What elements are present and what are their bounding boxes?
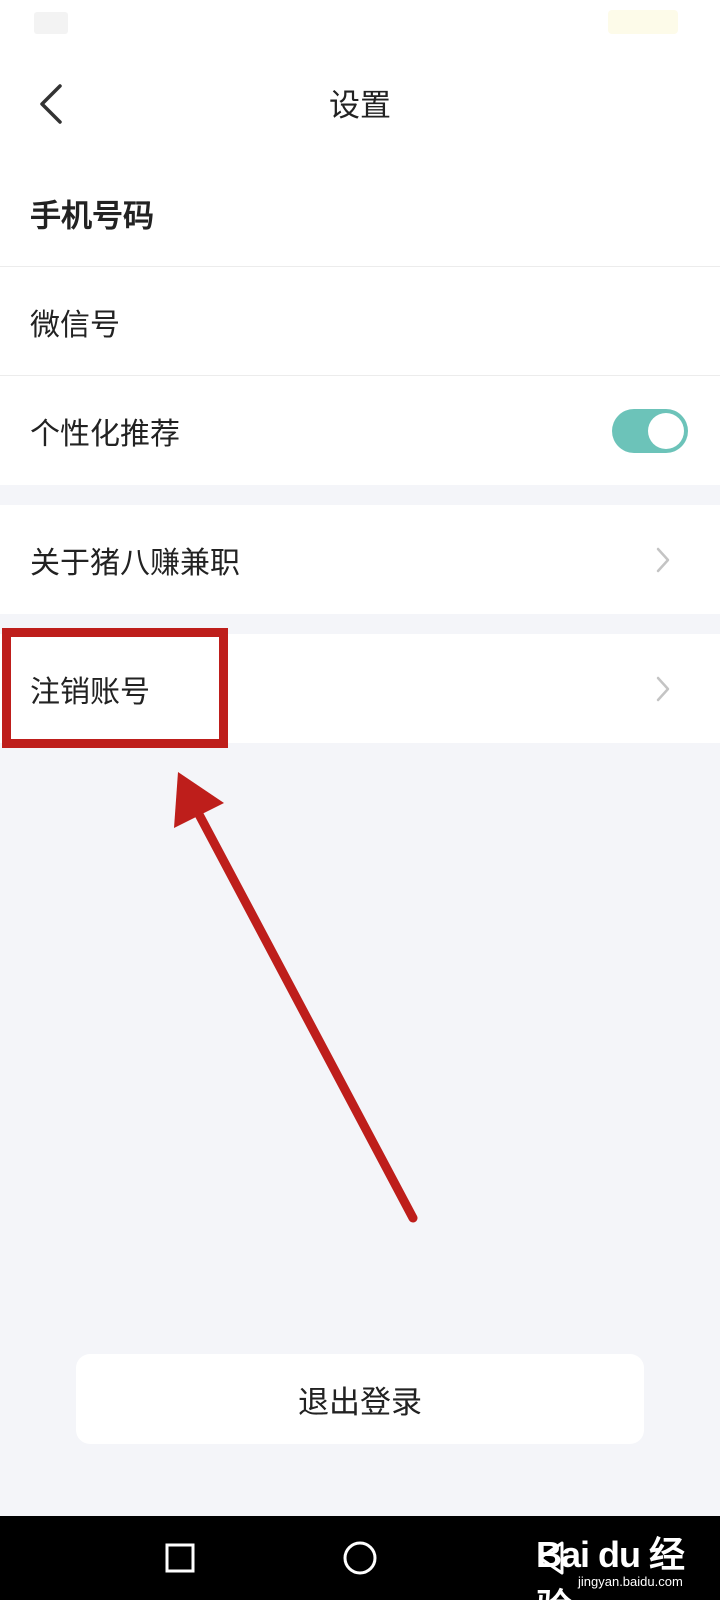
navigation-bar	[0, 1516, 720, 1600]
recent-apps-button[interactable]	[156, 1534, 204, 1582]
home-button[interactable]	[336, 1534, 384, 1582]
row-label: 微信号	[30, 307, 120, 343]
back-nav-button[interactable]	[528, 1534, 576, 1582]
chevron-right-icon	[656, 676, 670, 701]
logout-button[interactable]: 退出登录	[76, 1354, 644, 1444]
header: 设置	[0, 50, 720, 158]
row-label: 手机号码	[30, 198, 154, 234]
row-about[interactable]: 关于猪八赚兼职	[0, 505, 720, 614]
status-bar	[0, 0, 720, 50]
triangle-back-icon	[538, 1541, 564, 1575]
row-phone-number[interactable]: 手机号码	[0, 158, 720, 267]
square-icon	[165, 1543, 195, 1573]
page-title: 设置	[329, 88, 391, 124]
circle-icon	[343, 1541, 377, 1575]
row-wechat-id[interactable]: 微信号	[0, 267, 720, 376]
row-label: 注销账号	[30, 674, 150, 710]
status-bar-right-icons	[608, 10, 678, 34]
row-personalized-recommendation: 个性化推荐	[0, 376, 720, 485]
personalized-recommendation-toggle[interactable]	[612, 408, 688, 453]
toggle-knob	[648, 412, 684, 449]
status-bar-left-icons	[34, 12, 68, 34]
row-label: 个性化推荐	[30, 416, 180, 452]
row-label: 关于猪八赚兼职	[30, 545, 240, 581]
chevron-right-icon	[656, 547, 670, 572]
row-delete-account[interactable]: 注销账号	[0, 634, 720, 743]
